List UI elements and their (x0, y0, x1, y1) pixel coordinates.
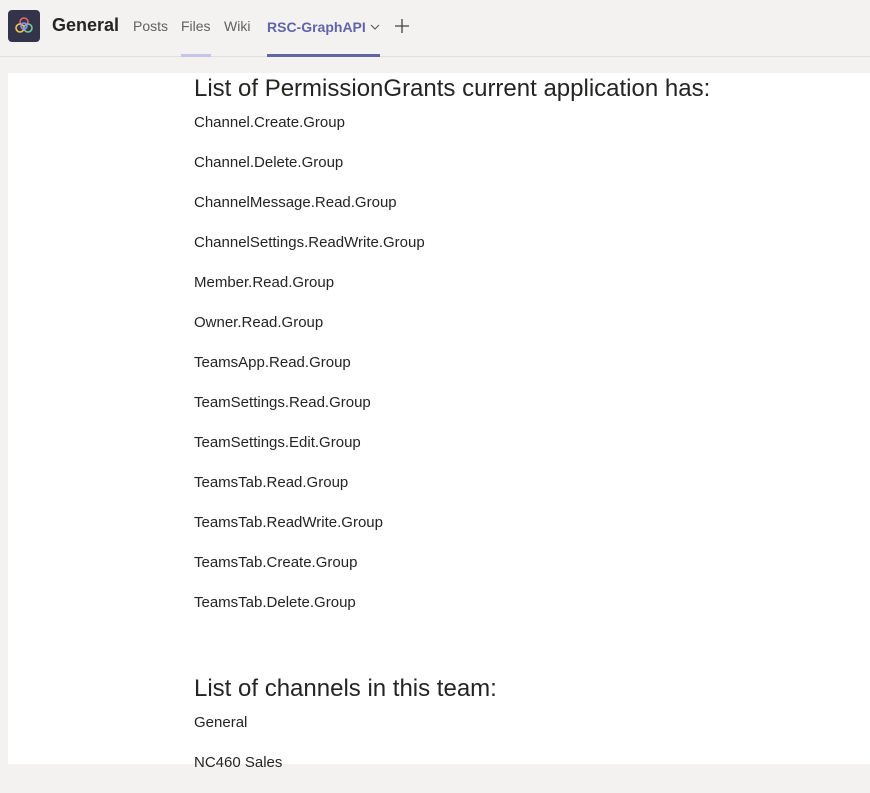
channel-header: General Posts Files Wiki RSC-GraphAPI (0, 0, 870, 57)
team-logo-icon (15, 17, 33, 33)
tab-files[interactable]: Files (181, 18, 211, 57)
permission-item: Channel.Create.Group (194, 114, 345, 131)
permissions-list: Channel.Create.Group Channel.Delete.Group… (194, 113, 854, 633)
tab-posts[interactable]: Posts (133, 18, 168, 57)
permission-item: TeamsTab.Read.Group (194, 474, 349, 491)
permission-item: TeamsTab.Create.Group (194, 554, 358, 571)
permission-item: TeamSettings.Read.Group (194, 394, 371, 411)
permissions-heading: List of PermissionGrants current applica… (194, 75, 711, 102)
chevron-down-icon[interactable] (370, 18, 380, 34)
permission-item: TeamsTab.Delete.Group (194, 594, 356, 611)
permission-item: ChannelMessage.Read.Group (194, 194, 397, 211)
permission-item: Owner.Read.Group (194, 314, 324, 331)
team-avatar[interactable] (8, 10, 40, 42)
channel-title: General (52, 15, 120, 35)
permission-item: TeamsApp.Read.Group (194, 354, 351, 371)
tab-content: List of PermissionGrants current applica… (8, 73, 870, 771)
tab-label: RSC-GraphAPI (267, 19, 366, 35)
permission-item: TeamSettings.Edit.Group (194, 434, 361, 451)
channels-list: General NC460 Sales (194, 713, 854, 793)
tab-wiki[interactable]: Wiki (224, 18, 250, 57)
tab-underline (181, 54, 211, 57)
tab-rsc-graphapi[interactable]: RSC-GraphAPI (267, 18, 380, 57)
add-tab-button[interactable] (392, 16, 412, 36)
channel-item: General (194, 714, 248, 731)
permission-item: TeamsTab.ReadWrite.Group (194, 514, 383, 531)
permission-item: Channel.Delete.Group (194, 154, 344, 171)
permission-item: Member.Read.Group (194, 274, 335, 291)
tab-underline (267, 54, 380, 57)
plus-icon (395, 19, 409, 33)
tab-label: Posts (133, 18, 169, 34)
tab-label: Files (181, 18, 211, 34)
tab-label: Wiki (224, 18, 251, 34)
permission-item: ChannelSettings.ReadWrite.Group (194, 234, 425, 251)
content-inner: List of PermissionGrants current applica… (194, 73, 854, 793)
channel-item: NC460 Sales (194, 754, 283, 771)
channels-heading: List of channels in this team: (194, 675, 497, 702)
